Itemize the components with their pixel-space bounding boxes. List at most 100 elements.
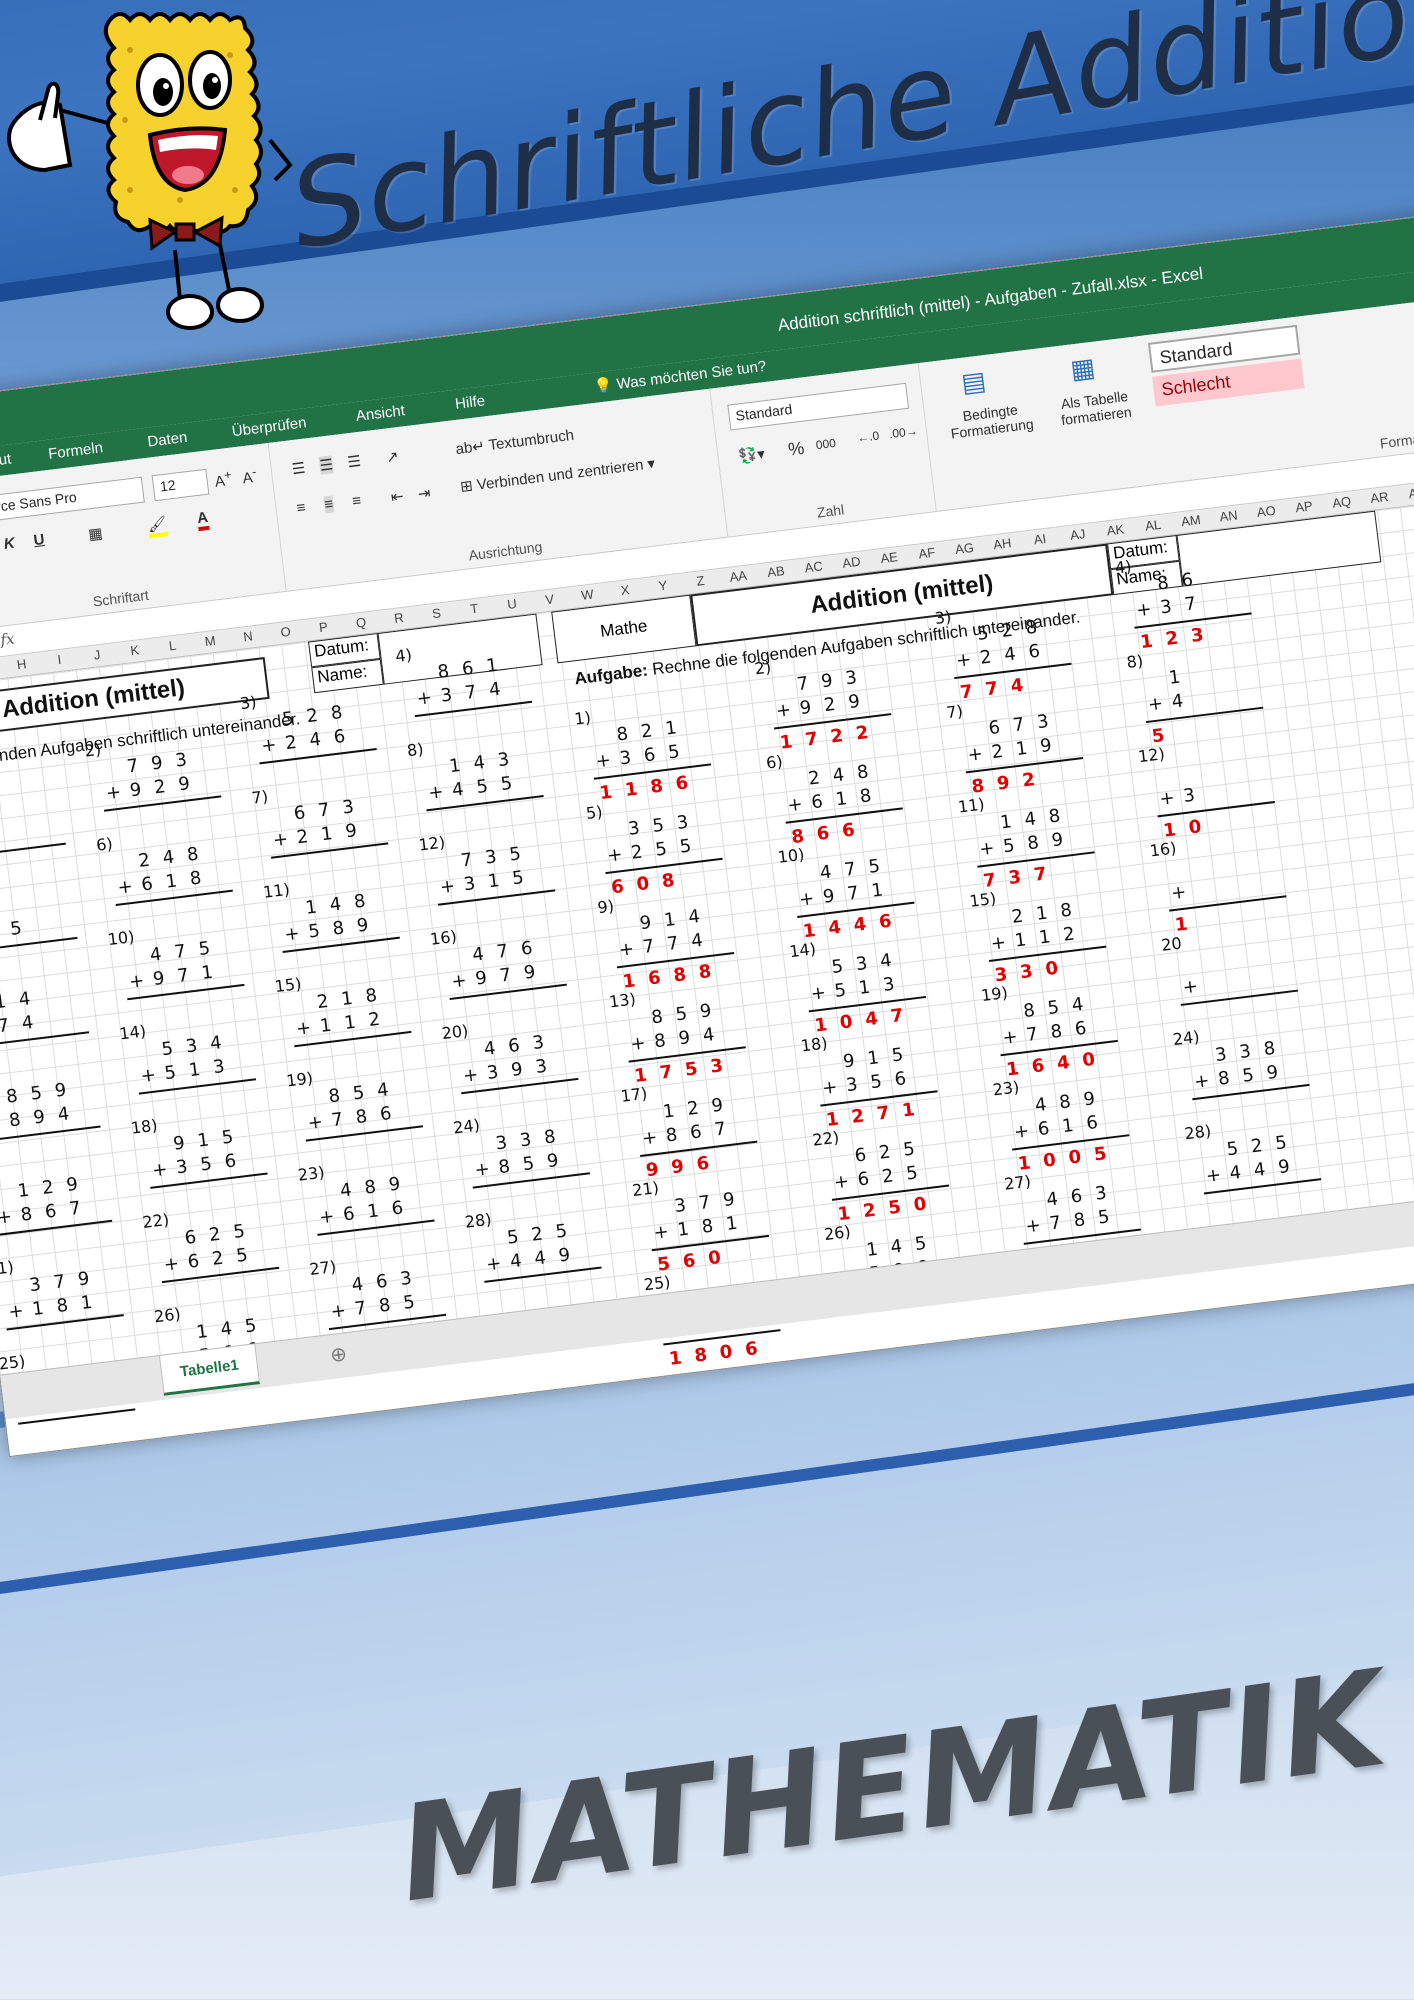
align-middle-icon[interactable]: ☰ xyxy=(318,455,335,475)
borders-icon[interactable]: ▦ xyxy=(87,524,103,544)
merge-icon: ⊞ xyxy=(459,476,479,496)
column-header[interactable]: P xyxy=(311,618,337,636)
column-header[interactable]: AE xyxy=(876,549,902,567)
problem-number: 8) xyxy=(1125,651,1145,672)
conditional-format-icon[interactable]: ▤ xyxy=(960,365,988,399)
problem-number: 15) xyxy=(273,974,303,997)
font-name-select[interactable]: Source Sans Pro xyxy=(0,476,145,525)
column-header[interactable]: AO xyxy=(1253,502,1279,520)
column-header[interactable]: W xyxy=(575,586,601,604)
align-right-icon[interactable]: ≡ xyxy=(351,492,362,510)
add-sheet-icon[interactable]: ⊕ xyxy=(329,1341,349,1368)
decrease-indent-icon[interactable]: ⇤ xyxy=(390,487,405,506)
problem-number: 14) xyxy=(788,939,817,962)
problem-number: 22) xyxy=(811,1127,841,1150)
number-format-select[interactable]: Standard xyxy=(727,382,910,431)
increase-indent-icon[interactable]: ⇥ xyxy=(417,484,432,503)
column-header[interactable]: AA xyxy=(725,567,751,585)
column-header[interactable]: I xyxy=(47,651,73,669)
wrap-text-button[interactable]: ab↵ Textumbruch xyxy=(455,426,575,458)
increase-decimal-icon[interactable]: ←.0 xyxy=(856,429,880,446)
problem-number: 28) xyxy=(1183,1121,1213,1144)
column-header[interactable]: L xyxy=(160,637,186,655)
column-header[interactable]: AJ xyxy=(1065,526,1091,544)
wrap-text-icon: ab↵ xyxy=(454,437,490,459)
column-header[interactable]: AI xyxy=(1027,530,1053,548)
font-color-icon[interactable]: A xyxy=(196,508,210,532)
column-header[interactable]: AC xyxy=(801,558,827,576)
column-header[interactable]: AL xyxy=(1140,516,1166,534)
column-header[interactable]: AH xyxy=(989,535,1015,553)
conditional-format-button[interactable]: Bedingte Formatierung xyxy=(935,398,1048,443)
column-header[interactable]: Y xyxy=(650,577,676,595)
column-header[interactable]: AB xyxy=(763,563,789,581)
tab-daten[interactable]: Daten xyxy=(146,429,188,451)
plus-sign: + xyxy=(594,749,613,773)
plus-sign: + xyxy=(294,1017,313,1040)
addend-1: 3 xyxy=(0,895,9,920)
plus-sign: + xyxy=(617,938,636,961)
align-bottom-icon[interactable]: ☰ xyxy=(346,452,362,472)
problem-number: 11) xyxy=(262,879,291,902)
plus-sign: + xyxy=(1204,1164,1223,1188)
column-header[interactable]: U xyxy=(499,595,525,613)
column-header[interactable]: S xyxy=(424,604,450,622)
tab-formeln[interactable]: Formeln xyxy=(47,439,104,463)
column-header[interactable]: AS xyxy=(1404,484,1414,502)
problem-number: 3) xyxy=(238,692,258,714)
column-header[interactable]: AF xyxy=(914,544,940,562)
column-header[interactable]: AQ xyxy=(1329,493,1355,511)
currency-icon[interactable]: 💱▾ xyxy=(738,445,766,466)
align-top-icon[interactable]: ☰ xyxy=(291,459,306,479)
plus-sign: + xyxy=(151,1158,169,1182)
tab-hilfe[interactable]: Hilfe xyxy=(454,392,486,413)
column-header[interactable]: J xyxy=(84,646,110,664)
fill-color-icon[interactable]: 🖌 xyxy=(146,514,169,539)
column-header[interactable]: Z xyxy=(688,572,714,590)
column-header[interactable]: AG xyxy=(952,539,978,557)
column-header[interactable]: H xyxy=(9,655,35,673)
problem-number: 14) xyxy=(118,1021,148,1044)
column-header[interactable]: T xyxy=(461,600,487,618)
plus-sign: + xyxy=(329,1300,348,1323)
percent-button[interactable]: % xyxy=(787,438,805,461)
column-header[interactable]: AM xyxy=(1178,512,1204,530)
column-header[interactable]: AP xyxy=(1291,498,1317,516)
tab-ueberpruefen[interactable]: Überprüfen xyxy=(231,414,308,440)
align-center-icon[interactable]: ≡ xyxy=(323,495,335,514)
column-header[interactable]: AK xyxy=(1103,521,1129,539)
plus-sign: + xyxy=(629,1032,647,1056)
tab-seitenlayout[interactable]: Seitenlayout xyxy=(0,450,12,477)
format-as-table-button[interactable]: Als Tabelle formatieren xyxy=(1044,386,1147,430)
problem-number: 26) xyxy=(153,1304,182,1327)
column-header[interactable]: O xyxy=(273,623,299,641)
tab-ansicht[interactable]: Ansicht xyxy=(355,402,406,425)
underline-button[interactable]: U xyxy=(33,531,46,549)
column-header[interactable]: AR xyxy=(1367,489,1393,507)
merge-center-button[interactable]: ⊞ Verbinden und zentrieren ▾ xyxy=(459,454,656,496)
font-size-select[interactable]: 12 xyxy=(151,468,210,502)
grow-font-icon[interactable]: A+ xyxy=(213,468,233,491)
problem-number: 17) xyxy=(619,1083,649,1106)
orientation-icon[interactable]: ↗ xyxy=(385,447,400,466)
problem-number: 18) xyxy=(129,1115,159,1138)
format-as-table-icon[interactable]: ▦ xyxy=(1069,352,1097,386)
fx-icon[interactable]: fx xyxy=(0,629,16,649)
column-header[interactable]: M xyxy=(197,632,223,650)
column-header[interactable]: AD xyxy=(839,553,865,571)
column-header[interactable]: K xyxy=(122,641,148,659)
plus-sign: + xyxy=(1024,1214,1042,1238)
column-header[interactable]: V xyxy=(537,590,563,608)
decrease-decimal-icon[interactable]: .00→ xyxy=(888,424,918,441)
column-header[interactable]: X xyxy=(612,581,638,599)
align-left-icon[interactable]: ≡ xyxy=(296,499,307,517)
problem-number: 12) xyxy=(1137,744,1166,767)
column-header[interactable]: N xyxy=(235,627,261,645)
shrink-font-icon[interactable]: A- xyxy=(241,465,258,488)
plus-sign: + xyxy=(461,1064,480,1087)
column-header[interactable]: AN xyxy=(1216,507,1242,525)
italic-button[interactable]: K xyxy=(3,535,16,553)
thousands-button[interactable]: 000 xyxy=(815,436,837,452)
column-header[interactable]: R xyxy=(386,609,412,627)
column-header[interactable]: Q xyxy=(348,614,374,632)
